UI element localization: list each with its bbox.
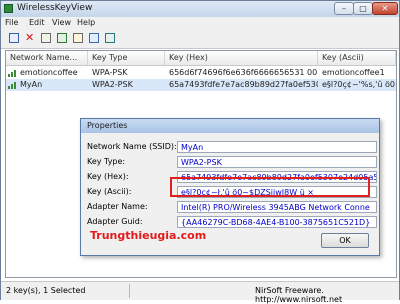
cell-network: emotioncoffee [20,68,78,77]
field-row-adapter-guid: Adapter Guid: {AA46279C-BD68-4AE4-B100-3… [87,216,377,229]
dialog-title-bar: Properties [81,119,379,133]
field-label: Adapter Guid: [87,217,143,226]
copy-icon[interactable] [41,33,51,43]
field-label: Key Type: [87,157,126,166]
cell-ascii: emotioncoffee1 [322,68,385,77]
menu-bar: File Edit View Help [1,17,399,30]
cell-type: WPA2-PSK [92,80,133,89]
table-row[interactable]: MyAn WPA2-PSK 65a7493fdfe7e7ac89b89d27fa… [6,79,396,91]
delete-icon[interactable]: ✕ [25,32,35,43]
field-label: Adapter Name: [87,202,148,211]
toolbar: ✕ [1,30,399,49]
col-key-ascii[interactable]: Key (Ascii) [318,51,396,65]
field-row-ssid: Network Name (SSID): MyAn [87,141,377,154]
window-title: WirelessKeyView [17,3,93,13]
menu-edit[interactable]: Edit [29,18,45,27]
properties-icon[interactable] [73,33,83,43]
field-label: Network Name (SSID): [87,142,177,151]
col-key-type[interactable]: Key Type [88,51,165,65]
title-bar: WirelessKeyView – □ ✕ [1,1,399,17]
wifi-icon [8,82,16,89]
close-button[interactable]: ✕ [372,2,398,15]
col-key-hex[interactable]: Key (Hex) [165,51,318,65]
status-divider [129,284,130,298]
ssid-field[interactable]: MyAn [177,141,377,153]
adapter-name-field[interactable]: Intel(R) PRO/Wireless 3945ABG Network Co… [177,201,377,213]
cell-type: WPA-PSK [92,68,128,77]
key-type-field[interactable]: WPA2-PSK [177,156,377,168]
list-header: Network Name... Key Type Key (Hex) Key (… [6,51,396,66]
menu-help[interactable]: Help [77,18,95,27]
maximize-button[interactable]: □ [353,2,373,15]
field-row-adapter-name: Adapter Name: Intel(R) PRO/Wireless 3945… [87,201,377,214]
menu-view[interactable]: View [52,18,71,27]
col-network-name[interactable]: Network Name... [6,51,88,65]
save-icon[interactable] [9,33,19,43]
refresh-icon[interactable] [57,33,67,43]
field-label: Key (Hex): [87,172,129,181]
dialog-title: Properties [87,121,128,130]
status-count: 2 key(s), 1 Selected [6,286,86,295]
adapter-guid-field[interactable]: {AA46279C-BD68-4AE4-B100-3875651C521D} [177,216,377,228]
menu-file[interactable]: File [5,18,18,27]
watermark-text: Trungthieugia.com [90,229,207,242]
cell-hex: 656d6f74696f6e636f6666656531 00 [169,68,318,77]
wifi-icon [8,70,16,77]
cell-hex: 65a7493fdfe7e7ac89b89d27fa0ef5307e24d0..… [169,80,318,89]
table-row[interactable]: emotioncoffee WPA-PSK 656d6f74696f6e636f… [6,67,396,79]
exit-icon[interactable] [105,33,115,43]
app-icon [4,4,13,13]
key-highlight-box [170,177,370,197]
ok-button[interactable]: OK [321,233,369,248]
status-credit[interactable]: NirSoft Freeware. http://www.nirsoft.net [255,286,399,304]
status-bar: 2 key(s), 1 Selected NirSoft Freeware. h… [1,281,399,304]
field-label: Key (Ascii): [87,187,132,196]
minimize-button[interactable]: – [334,2,354,15]
cell-network: MyAn [20,80,43,89]
field-row-key-type: Key Type: WPA2-PSK [87,156,377,169]
cell-ascii: e§l?0ç¢~'%s,'û ö0~$DZ [322,80,396,89]
export-icon[interactable] [89,33,99,43]
